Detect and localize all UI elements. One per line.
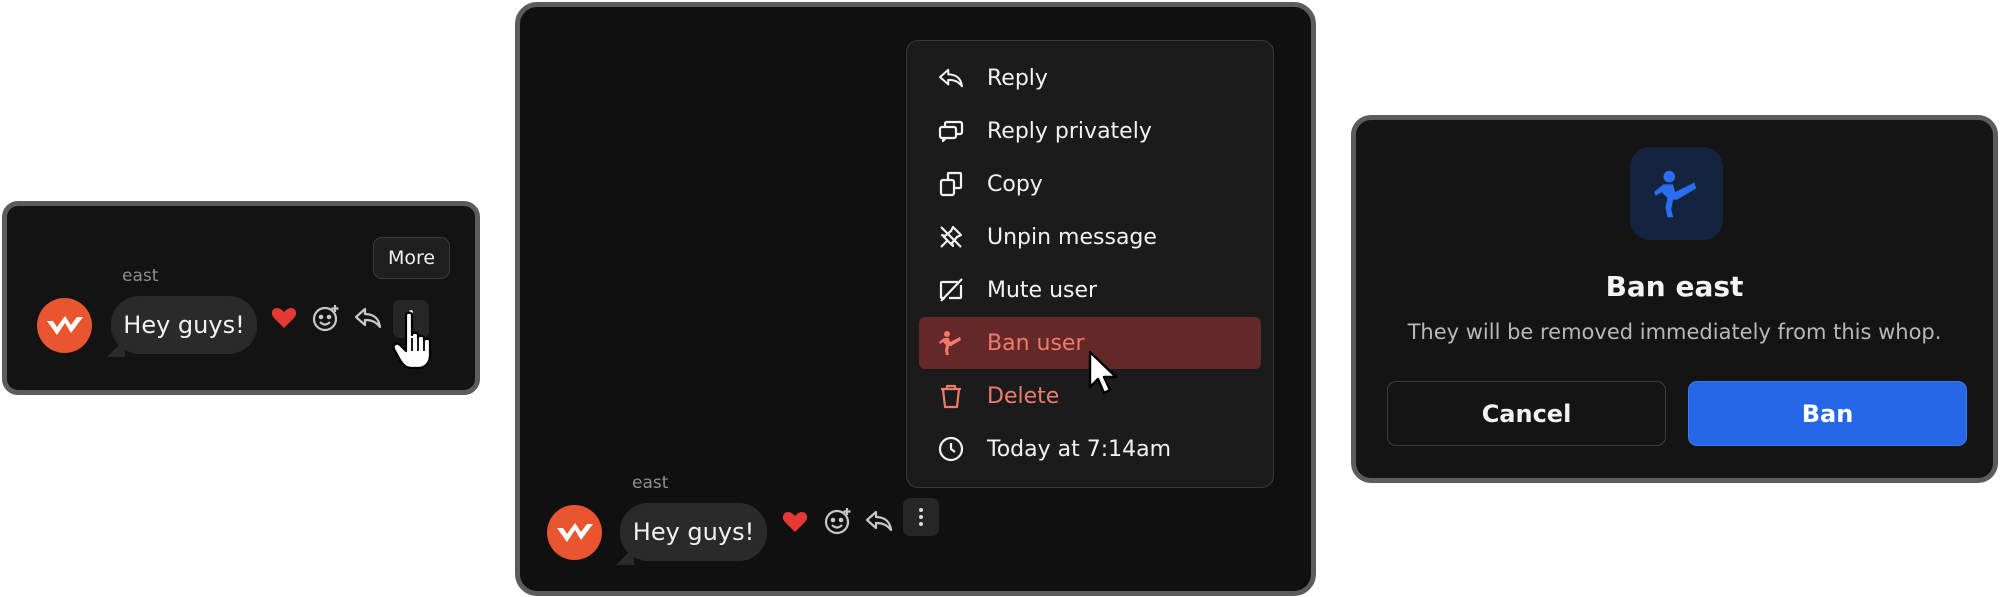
message-context-menu: Reply Reply privately Copy Unpin message… <box>906 40 1274 488</box>
whop-logo-icon <box>556 522 593 542</box>
menu-item-reply[interactable]: Reply <box>919 52 1261 104</box>
dialog-title: Ban east <box>1605 270 1744 303</box>
clock-icon <box>937 435 965 463</box>
ban-dialog: Ban east They will be removed immediatel… <box>1351 115 1998 483</box>
menu-item-mute-user[interactable]: Mute user <box>919 264 1261 316</box>
menu-item-label: Ban user <box>987 330 1085 356</box>
message-text: Hey guys! <box>123 311 245 339</box>
menu-item-label: Delete <box>987 383 1060 409</box>
menu-item-label: Copy <box>987 171 1043 197</box>
menu-item-copy[interactable]: Copy <box>919 158 1261 210</box>
menu-item-label: Today at 7:14am <box>987 436 1172 462</box>
reply-privately-icon <box>937 117 965 145</box>
sender-name: east <box>632 473 669 493</box>
trash-icon <box>937 382 965 410</box>
more-tooltip: More <box>373 237 450 279</box>
ban-user-icon <box>937 329 965 357</box>
more-vertical-icon <box>919 508 923 526</box>
avatar[interactable] <box>547 505 602 560</box>
avatar[interactable] <box>37 298 92 353</box>
reply-icon[interactable] <box>353 304 383 332</box>
menu-item-label: Reply <box>987 65 1048 91</box>
hand-cursor-icon <box>392 311 432 370</box>
unpin-icon <box>937 223 965 251</box>
reply-icon <box>937 64 965 92</box>
more-button[interactable] <box>903 498 939 536</box>
menu-item-label: Reply privately <box>987 118 1152 144</box>
add-reaction-icon[interactable] <box>310 302 342 334</box>
menu-item-label: Unpin message <box>987 224 1157 250</box>
message-text: Hey guys! <box>632 518 755 546</box>
message-hover-panel: east Hey guys! More <box>2 201 480 395</box>
menu-item-reply-privately[interactable]: Reply privately <box>919 105 1261 157</box>
sender-name: east <box>122 266 159 286</box>
context-menu-panel: Reply Reply privately Copy Unpin message… <box>515 2 1316 596</box>
copy-icon <box>937 170 965 198</box>
cancel-button[interactable]: Cancel <box>1387 381 1666 446</box>
dialog-description: They will be removed immediately from th… <box>1407 320 1942 344</box>
reply-icon[interactable] <box>864 507 894 535</box>
cancel-button-label: Cancel <box>1481 399 1572 428</box>
ban-button[interactable]: Ban <box>1688 381 1967 446</box>
menu-item-timestamp: Today at 7:14am <box>919 423 1261 475</box>
tooltip-label: More <box>387 247 436 269</box>
ban-button-label: Ban <box>1801 399 1854 428</box>
add-reaction-icon[interactable] <box>822 505 854 537</box>
mute-icon <box>937 276 965 304</box>
heart-reaction-icon[interactable] <box>269 303 299 333</box>
heart-reaction-icon[interactable] <box>780 507 810 537</box>
arrow-cursor-icon <box>1088 350 1118 395</box>
menu-item-label: Mute user <box>987 277 1098 303</box>
menu-item-unpin-message[interactable]: Unpin message <box>919 211 1261 263</box>
message-bubble[interactable]: Hey guys! <box>620 503 767 561</box>
ban-dialog-icon-box <box>1630 147 1723 240</box>
ban-user-icon <box>1653 170 1696 217</box>
message-bubble[interactable]: Hey guys! <box>111 296 257 354</box>
whop-logo-icon <box>46 315 83 335</box>
